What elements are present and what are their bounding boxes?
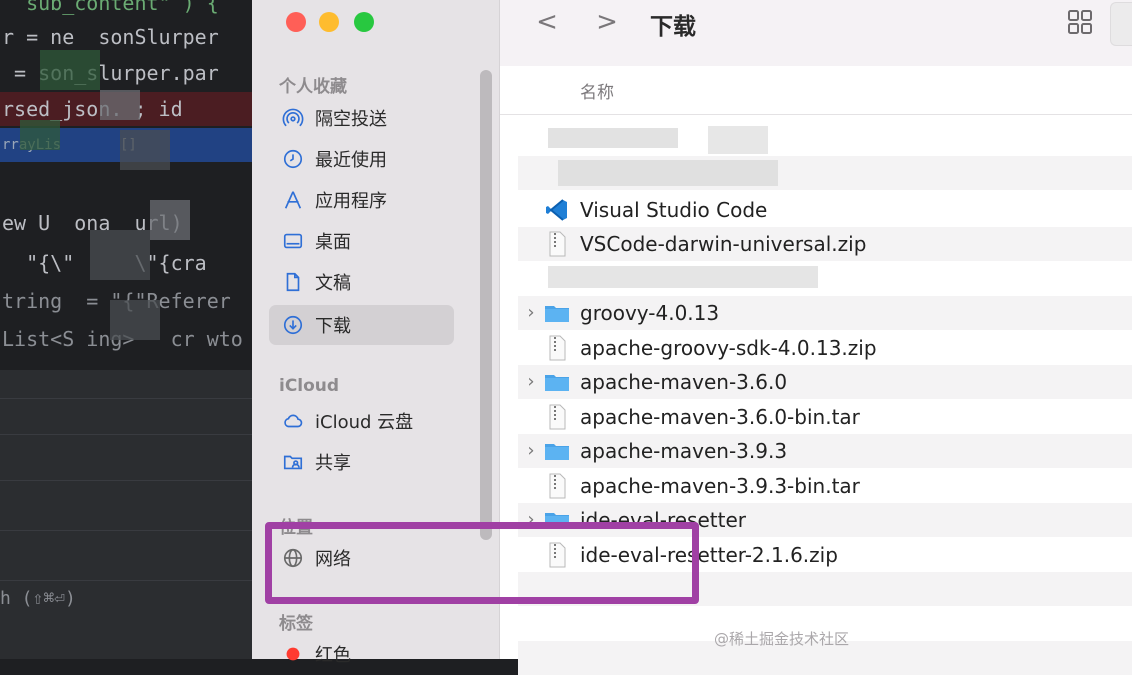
- sidebar-section-tags: 标签: [279, 614, 313, 634]
- desktop-icon: [281, 229, 305, 253]
- archive-file-icon: [542, 402, 572, 432]
- code-line: r = ne sonSlurper: [2, 25, 219, 49]
- sidebar-item-desktop[interactable]: 桌面: [269, 221, 454, 261]
- zip-file-icon: [542, 229, 572, 259]
- file-row-vscode-zip[interactable]: VSCode-darwin-universal.zip: [518, 227, 1132, 261]
- toolbar-button-edge[interactable]: [1110, 2, 1132, 46]
- pixelation-block: [90, 230, 150, 280]
- file-row-maven-360-tar[interactable]: apache-maven-3.6.0-bin.tar: [518, 400, 1132, 434]
- file-row-groovy-sdk-zip[interactable]: apache-groovy-sdk-4.0.13.zip: [518, 331, 1132, 365]
- file-row-redacted[interactable]: [518, 156, 1132, 190]
- shortcut-hint: h (⇧⌘⏎): [0, 588, 76, 609]
- redaction-block: [548, 266, 818, 288]
- file-name: VSCode-darwin-universal.zip: [580, 232, 867, 256]
- file-name: Visual Studio Code: [580, 198, 768, 222]
- document-icon: [281, 270, 305, 294]
- file-name: groovy-4.0.13: [580, 301, 720, 325]
- file-name: apache-maven-3.6.0-bin.tar: [580, 405, 860, 429]
- file-name: apache-groovy-sdk-4.0.13.zip: [580, 336, 877, 360]
- zoom-window-button[interactable]: [354, 12, 374, 32]
- clock-icon: [281, 147, 305, 171]
- pixelation-block: [40, 50, 100, 90]
- divider: [0, 580, 252, 581]
- shared-folder-icon: [281, 450, 305, 474]
- sidebar-item-label: 共享: [315, 453, 351, 474]
- file-name: apache-maven-3.6.0: [580, 370, 788, 394]
- divider: [0, 480, 252, 481]
- file-row-redacted[interactable]: [518, 122, 1132, 156]
- download-icon: [281, 313, 305, 337]
- grid-view-icon[interactable]: [1066, 8, 1094, 36]
- divider: [0, 530, 252, 531]
- file-row-maven-393-tar[interactable]: apache-maven-3.9.3-bin.tar: [518, 469, 1132, 503]
- redaction-block: [548, 128, 678, 148]
- highlight-annotation-box: [265, 522, 699, 604]
- column-header-name[interactable]: 名称: [580, 78, 614, 103]
- watermark: @稀土掘金技术社区: [714, 630, 850, 648]
- back-button[interactable]: <: [532, 8, 562, 38]
- vscode-app-icon: [542, 195, 572, 225]
- file-name: apache-maven-3.9.3: [580, 439, 788, 463]
- file-row-groovy-folder[interactable]: › groovy-4.0.13: [518, 296, 1132, 330]
- zip-file-icon: [542, 333, 572, 363]
- sidebar-item-label: 红色: [315, 645, 351, 666]
- sidebar-item-label: iCloud 云盘: [315, 412, 414, 433]
- file-row-visual-studio-code[interactable]: Visual Studio Code: [518, 193, 1132, 227]
- divider: [500, 114, 1132, 115]
- minimize-window-button[interactable]: [319, 12, 339, 32]
- divider: [0, 398, 252, 399]
- forward-button[interactable]: >: [592, 8, 622, 38]
- sidebar-item-label: 应用程序: [315, 191, 387, 212]
- chevron-right-icon[interactable]: ›: [524, 296, 538, 330]
- sidebar-item-label: 下载: [315, 316, 351, 337]
- sidebar-item-label: 隔空投送: [315, 109, 387, 130]
- pixelation-block: [110, 300, 160, 340]
- pixelation-block: [20, 120, 60, 150]
- sidebar-item-label: 文稿: [315, 273, 351, 294]
- red-tag-icon: [281, 642, 305, 666]
- file-row-maven-360-folder[interactable]: › apache-maven-3.6.0: [518, 365, 1132, 399]
- sidebar-item-label: 桌面: [315, 232, 351, 253]
- code-line: = son_slurper.par: [2, 61, 219, 85]
- archive-file-icon: [542, 471, 572, 501]
- folder-icon: [542, 436, 572, 466]
- chevron-right-icon[interactable]: ›: [524, 365, 538, 399]
- window-title: 下载: [650, 14, 696, 40]
- sidebar-item-shared[interactable]: 共享: [269, 442, 454, 482]
- applications-icon: [281, 188, 305, 212]
- pixelation-block: [150, 200, 190, 240]
- code-line: sub_content" ) {: [2, 0, 219, 15]
- file-row-maven-393-folder[interactable]: › apache-maven-3.9.3: [518, 434, 1132, 468]
- pixelation-block: [120, 130, 170, 170]
- chevron-right-icon[interactable]: ›: [524, 434, 538, 468]
- sidebar-item-documents[interactable]: 文稿: [269, 262, 454, 302]
- file-name: apache-maven-3.9.3-bin.tar: [580, 474, 860, 498]
- folder-icon: [542, 367, 572, 397]
- sidebar-scrollbar[interactable]: [480, 70, 492, 540]
- sidebar-item-icloud-drive[interactable]: iCloud 云盘: [269, 401, 454, 441]
- folder-icon: [542, 298, 572, 328]
- cloud-icon: [281, 409, 305, 433]
- sidebar-item-airdrop[interactable]: 隔空投送: [269, 98, 454, 138]
- sidebar-item-label: 最近使用: [315, 150, 387, 171]
- sidebar-section-favorites: 个人收藏: [279, 77, 347, 97]
- close-window-button[interactable]: [286, 12, 306, 32]
- toolbar: < > 下载: [500, 0, 1132, 66]
- sidebar-item-recents[interactable]: 最近使用: [269, 139, 454, 179]
- redaction-block: [558, 160, 778, 186]
- divider: [0, 434, 252, 435]
- sidebar-item-downloads[interactable]: 下载: [269, 305, 454, 345]
- redaction-block: [708, 126, 768, 154]
- airdrop-icon: [281, 106, 305, 130]
- sidebar-section-icloud: iCloud: [279, 376, 340, 396]
- sidebar-item-applications[interactable]: 应用程序: [269, 180, 454, 220]
- file-row-redacted[interactable]: [518, 262, 1132, 296]
- pixelation-block: [100, 90, 140, 120]
- sidebar-item-red-tag[interactable]: 红色: [269, 634, 454, 674]
- ide-background: sub_content" ) { r = ne sonSlurper = son…: [0, 0, 252, 659]
- ide-tool-panel: [0, 370, 252, 659]
